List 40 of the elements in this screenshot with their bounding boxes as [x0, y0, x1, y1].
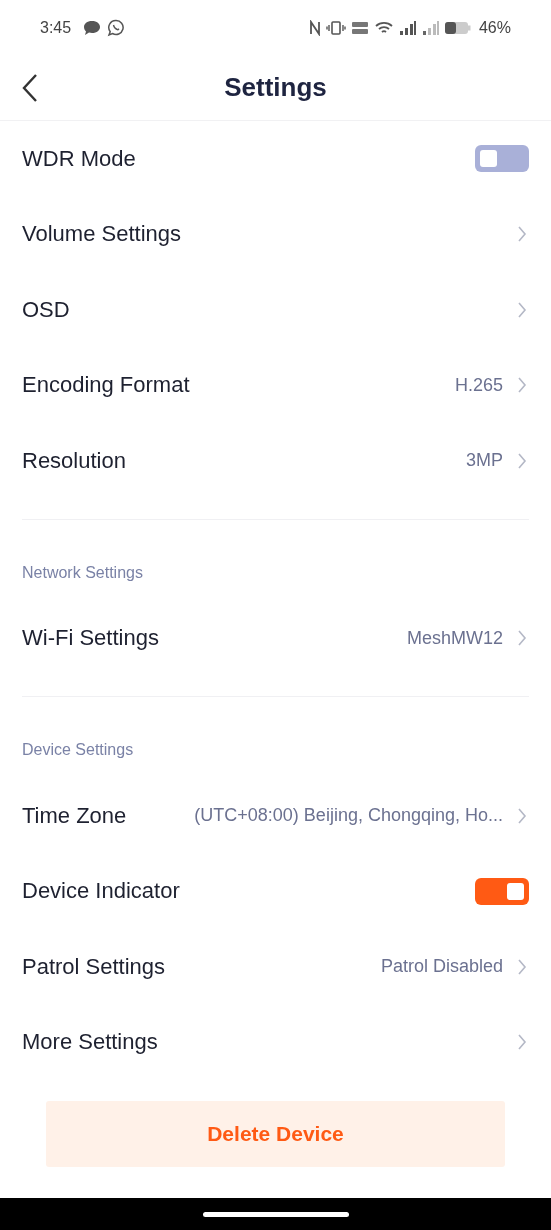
section-label: Network Settings: [22, 563, 143, 582]
toggle-switch[interactable]: [475, 145, 529, 173]
chevron-right-icon[interactable]: [517, 629, 527, 648]
setting-value: MeshMW12: [406, 627, 503, 649]
chevron-right-icon[interactable]: [517, 225, 527, 244]
page-title: Settings: [224, 72, 327, 103]
section-label: Device Settings: [22, 741, 134, 759]
setting-label[interactable]: Encoding Format: [22, 372, 190, 399]
status-time: 3:45: [40, 18, 72, 37]
battery-percentage: 46%: [478, 18, 511, 37]
chevron-right-icon[interactable]: [517, 1033, 527, 1052]
chevron-right-icon[interactable]: [517, 806, 527, 825]
setting-label[interactable]: Wi-Fi Settings: [22, 625, 159, 652]
setting-value: 3MP: [466, 450, 503, 472]
signal-icon: [398, 19, 417, 36]
signal-icon: [421, 19, 440, 36]
chevron-right-icon[interactable]: [517, 957, 527, 976]
back-icon[interactable]: [20, 72, 40, 104]
setting-label[interactable]: Resolution: [22, 447, 126, 474]
battery-icon: [444, 20, 471, 35]
chevron-right-icon[interactable]: [517, 451, 527, 470]
toggle-switch[interactable]: [475, 877, 529, 905]
phone-bubble-icon: [107, 18, 126, 37]
setting-label[interactable]: Device Indicator: [22, 878, 180, 905]
setting-value: H.265: [454, 374, 503, 396]
chevron-right-icon[interactable]: [517, 300, 527, 319]
home-handle[interactable]: [202, 1211, 349, 1217]
nfc-icon: [308, 19, 321, 36]
chevron-right-icon[interactable]: [517, 376, 527, 395]
setting-label[interactable]: WDR Mode: [22, 145, 136, 172]
wifi-icon: [373, 19, 394, 36]
setting-label[interactable]: More Settings: [22, 1029, 158, 1056]
setting-label[interactable]: Volume Settings: [22, 221, 181, 248]
chat-bubble-icon: [82, 18, 103, 37]
setting-value: Patrol Disabled: [380, 956, 503, 978]
setting-value: (UTC+08:00) Beijing, Chongqing, Ho...: [194, 805, 503, 827]
setting-label[interactable]: Patrol Settings: [22, 953, 166, 980]
setting-label[interactable]: OSD: [22, 296, 70, 323]
vibrate-icon: [325, 19, 346, 36]
setting-label[interactable]: Time Zone: [22, 802, 127, 829]
